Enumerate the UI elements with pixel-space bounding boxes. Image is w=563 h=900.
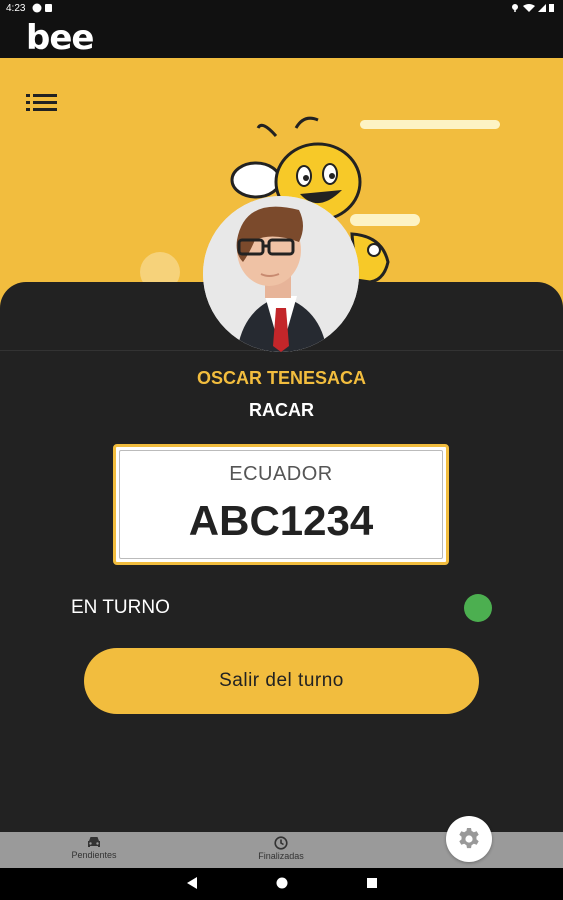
company-name: RACAR xyxy=(249,400,314,420)
back-icon[interactable] xyxy=(186,876,198,895)
gear-icon xyxy=(459,828,479,849)
plate-number: ABC1234 xyxy=(188,497,374,544)
nav-label-finalizadas: Finalizadas xyxy=(258,851,304,861)
home-icon[interactable] xyxy=(275,876,289,895)
status-time: 4:23 xyxy=(6,3,26,14)
notification-icons xyxy=(32,3,56,16)
status-bar: 4:23 xyxy=(0,0,563,18)
driver-avatar-illustration xyxy=(203,196,359,352)
plate-country: ECUADOR xyxy=(229,463,333,485)
shift-status-label: EN TURNO xyxy=(71,597,170,618)
app-bar: bee xyxy=(0,18,563,58)
clock-icon xyxy=(274,836,288,850)
shift-status-indicator xyxy=(464,594,492,622)
system-status-icons xyxy=(511,3,555,16)
driver-avatar xyxy=(203,196,359,352)
system-navigation-bar xyxy=(0,868,563,900)
recents-icon[interactable] xyxy=(366,876,378,895)
driver-name: OSCAR TENESACA xyxy=(196,368,366,388)
license-plate: ECUADOR ABC1234 xyxy=(113,444,449,565)
app-logo: bee xyxy=(26,18,94,58)
menu-list-icon[interactable] xyxy=(26,92,58,114)
nav-label-pendientes: Pendientes xyxy=(71,850,117,860)
nav-tab-finalizadas[interactable]: Finalizadas xyxy=(221,832,341,868)
settings-button[interactable] xyxy=(446,816,492,862)
exit-shift-button[interactable]: Salir del turno xyxy=(84,648,479,714)
car-icon xyxy=(88,837,100,847)
nav-tab-pendientes[interactable]: Pendientes xyxy=(34,832,154,868)
